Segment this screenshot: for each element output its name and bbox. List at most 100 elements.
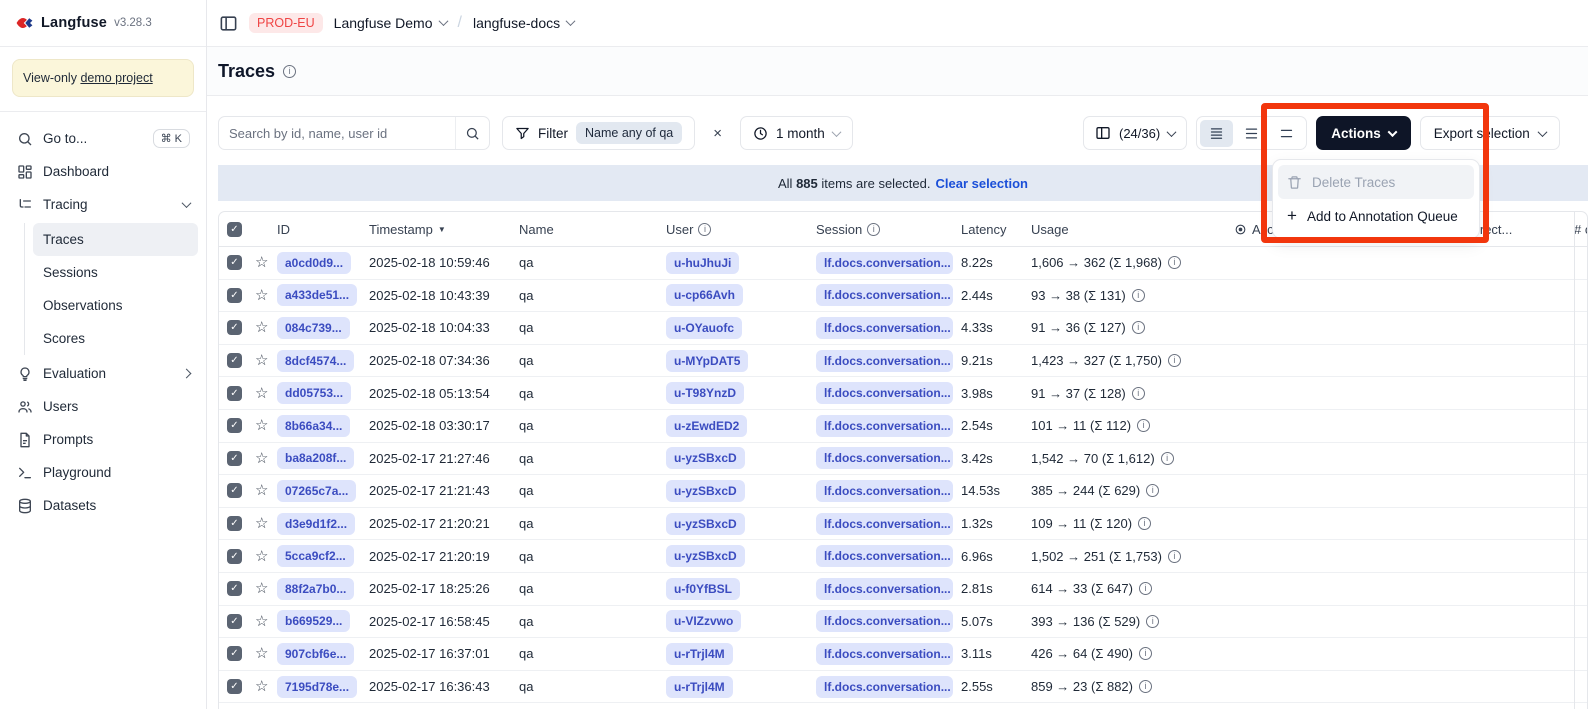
sidebar-item-sessions[interactable]: Sessions bbox=[33, 256, 198, 289]
usage-info-icon[interactable]: i bbox=[1146, 484, 1159, 497]
session-badge[interactable]: lf.docs.conversation... bbox=[816, 480, 953, 502]
sidebar-toggle-icon[interactable] bbox=[219, 14, 238, 33]
sidebar-item-evaluation[interactable]: Evaluation bbox=[8, 357, 198, 390]
user-badge[interactable]: u-yzSBxcD bbox=[666, 480, 745, 502]
trace-id-badge[interactable]: 8b66a34... bbox=[277, 415, 350, 437]
filter-chip[interactable]: Name any of qa bbox=[576, 122, 682, 144]
select-all-checkbox[interactable]: ✓ bbox=[227, 222, 242, 237]
clear-selection-link[interactable]: Clear selection bbox=[935, 176, 1028, 191]
favorite-star-icon[interactable]: ☆ bbox=[255, 288, 268, 303]
row-checkbox[interactable]: ✓ bbox=[227, 549, 242, 564]
table-row[interactable]: ✓ ☆ dd05753... 2025-02-18 05:13:54 qa u-… bbox=[219, 377, 1587, 410]
favorite-star-icon[interactable]: ☆ bbox=[255, 483, 268, 498]
row-checkbox[interactable]: ✓ bbox=[227, 353, 242, 368]
usage-info-icon[interactable]: i bbox=[1132, 289, 1145, 302]
session-badge[interactable]: lf.docs.conversation... bbox=[816, 415, 953, 437]
user-badge[interactable]: u-rTrjl4M bbox=[666, 676, 733, 698]
table-row[interactable]: ✓ ☆ 07265c7a... 2025-02-17 21:21:43 qa u… bbox=[219, 475, 1587, 508]
usage-info-icon[interactable]: i bbox=[1137, 419, 1150, 432]
session-badge[interactable]: lf.docs.conversation... bbox=[816, 350, 953, 372]
sidebar-item-prompts[interactable]: Prompts bbox=[8, 423, 198, 456]
table-row[interactable]: ✓ ☆ 7195d78e... 2025-02-17 16:36:43 qa u… bbox=[219, 671, 1587, 704]
sidebar-item-scores[interactable]: Scores bbox=[33, 322, 198, 355]
menu-item-add-to-annotation-queue[interactable]: + Add to Annotation Queue bbox=[1278, 199, 1474, 233]
table-row[interactable]: ✓ ☆ 88f2a7b0... 2025-02-17 18:25:26 qa u… bbox=[219, 573, 1587, 606]
row-checkbox[interactable]: ✓ bbox=[227, 679, 242, 694]
trace-id-badge[interactable]: b669529... bbox=[277, 610, 350, 632]
usage-info-icon[interactable]: i bbox=[1139, 582, 1152, 595]
usage-info-icon[interactable]: i bbox=[1168, 256, 1181, 269]
session-badge[interactable]: lf.docs.conversation... bbox=[816, 284, 953, 306]
sidebar-item-tracing[interactable]: Tracing bbox=[8, 188, 198, 221]
row-checkbox[interactable]: ✓ bbox=[227, 483, 242, 498]
user-badge[interactable]: u-yzSBxcD bbox=[666, 447, 745, 469]
user-badge[interactable]: u-yzSBxcD bbox=[666, 513, 745, 535]
trace-id-badge[interactable]: 5cca9cf2... bbox=[277, 545, 354, 567]
usage-info-icon[interactable]: i bbox=[1168, 550, 1181, 563]
header-timestamp[interactable]: Timestamp▼ bbox=[361, 222, 511, 237]
project-selector[interactable]: langfuse-docs bbox=[473, 15, 574, 31]
row-checkbox[interactable]: ✓ bbox=[227, 646, 242, 661]
table-row[interactable]: ✓ ☆ 084c739... 2025-02-18 10:04:33 qa u-… bbox=[219, 312, 1587, 345]
session-info-icon[interactable]: i bbox=[867, 223, 880, 236]
session-badge[interactable]: lf.docs.conversation... bbox=[816, 317, 953, 339]
table-row[interactable]: ✓ ☆ d3e9d1f2... 2025-02-17 21:20:21 qa u… bbox=[219, 508, 1587, 541]
favorite-star-icon[interactable]: ☆ bbox=[255, 451, 268, 466]
session-badge[interactable]: lf.docs.conversation... bbox=[816, 382, 953, 404]
usage-info-icon[interactable]: i bbox=[1161, 452, 1174, 465]
row-height-large-button[interactable] bbox=[1270, 120, 1303, 147]
favorite-star-icon[interactable]: ☆ bbox=[255, 516, 268, 531]
favorite-star-icon[interactable]: ☆ bbox=[255, 418, 268, 433]
row-checkbox[interactable]: ✓ bbox=[227, 320, 242, 335]
row-checkbox[interactable]: ✓ bbox=[227, 386, 242, 401]
export-selection-button[interactable]: Export selection bbox=[1420, 116, 1560, 150]
user-badge[interactable]: u-yzSBxcD bbox=[666, 545, 745, 567]
session-badge[interactable]: lf.docs.conversation... bbox=[816, 545, 953, 567]
favorite-star-icon[interactable]: ☆ bbox=[255, 549, 268, 564]
row-checkbox[interactable]: ✓ bbox=[227, 451, 242, 466]
user-info-icon[interactable]: i bbox=[698, 223, 711, 236]
trace-id-badge[interactable]: 88f2a7b0... bbox=[277, 578, 354, 600]
session-badge[interactable]: lf.docs.conversation... bbox=[816, 252, 953, 274]
table-row[interactable]: ✓ ☆ 8b66a34... 2025-02-18 03:30:17 qa u-… bbox=[219, 410, 1587, 443]
user-badge[interactable]: u-VIZzvwo bbox=[666, 610, 741, 632]
header-user[interactable]: Useri bbox=[658, 222, 808, 237]
clear-filter-icon[interactable]: × bbox=[707, 121, 728, 146]
user-badge[interactable]: u-zEwdED2 bbox=[666, 415, 747, 437]
table-row[interactable]: ✓ ☆ b669529... 2025-02-17 16:58:45 qa u-… bbox=[219, 606, 1587, 639]
row-checkbox[interactable]: ✓ bbox=[227, 581, 242, 596]
table-row[interactable]: ✓ ☆ a433de51... 2025-02-18 10:43:39 qa u… bbox=[219, 280, 1587, 313]
sidebar-item-go-to[interactable]: Go to...⌘ K bbox=[8, 122, 198, 155]
usage-info-icon[interactable]: i bbox=[1132, 321, 1145, 334]
favorite-star-icon[interactable]: ☆ bbox=[255, 255, 268, 270]
row-checkbox[interactable]: ✓ bbox=[227, 255, 242, 270]
session-badge[interactable]: lf.docs.conversation... bbox=[816, 676, 953, 698]
favorite-star-icon[interactable]: ☆ bbox=[255, 679, 268, 694]
user-badge[interactable]: u-MYpDAT5 bbox=[666, 350, 748, 372]
demo-project-link[interactable]: demo project bbox=[80, 71, 152, 85]
session-badge[interactable]: lf.docs.conversation... bbox=[816, 447, 953, 469]
user-badge[interactable]: u-f0YfBSL bbox=[666, 578, 740, 600]
usage-info-icon[interactable]: i bbox=[1146, 615, 1159, 628]
row-height-medium-button[interactable] bbox=[1235, 120, 1268, 147]
sidebar-item-traces[interactable]: Traces bbox=[33, 223, 198, 256]
trace-id-badge[interactable]: 907cbf6e... bbox=[277, 643, 354, 665]
sidebar-item-datasets[interactable]: Datasets bbox=[8, 489, 198, 522]
header-latency[interactable]: Latency bbox=[953, 222, 1023, 237]
favorite-star-icon[interactable]: ☆ bbox=[255, 614, 268, 629]
trace-id-badge[interactable]: a0cd0d9... bbox=[277, 252, 351, 274]
usage-info-icon[interactable]: i bbox=[1139, 680, 1152, 693]
sidebar-item-dashboard[interactable]: Dashboard bbox=[8, 155, 198, 188]
row-checkbox[interactable]: ✓ bbox=[227, 418, 242, 433]
actions-button[interactable]: Actions bbox=[1316, 116, 1411, 150]
menu-item-delete-traces[interactable]: Delete Traces bbox=[1278, 165, 1474, 199]
sidebar-item-observations[interactable]: Observations bbox=[33, 289, 198, 322]
usage-info-icon[interactable]: i bbox=[1138, 517, 1151, 530]
header-extra-score[interactable]: # c... bbox=[1574, 222, 1588, 237]
trace-id-badge[interactable]: 084c739... bbox=[277, 317, 350, 339]
sidebar-item-users[interactable]: Users bbox=[8, 390, 198, 423]
user-badge[interactable]: u-T98YnzD bbox=[666, 382, 744, 404]
time-range-button[interactable]: 1 month bbox=[740, 116, 853, 150]
org-selector[interactable]: Langfuse Demo bbox=[334, 15, 447, 31]
favorite-star-icon[interactable]: ☆ bbox=[255, 646, 268, 661]
